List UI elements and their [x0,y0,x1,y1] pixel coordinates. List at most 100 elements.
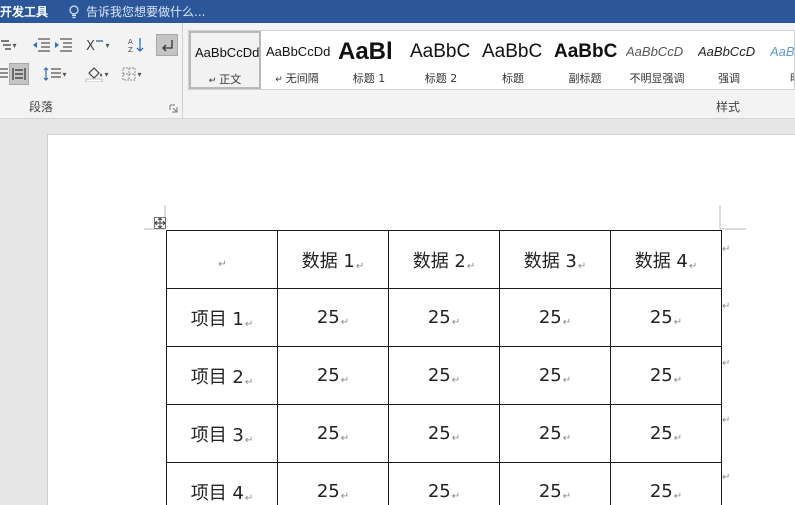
paragraph-group-label: 段落 [29,100,54,114]
style-item[interactable]: AaBbCcDd ↵ 无间隔 [261,31,333,89]
paragraph-group: ▾ X ▾ AZ ▾ ▾ ▾ 段落 [0,23,183,119]
table-move-handle[interactable] [154,217,166,229]
cell-text: 25 [538,423,562,444]
return-mark-icon: ↵ [451,433,461,444]
table-cell[interactable]: 25↵ [499,404,611,463]
tell-me-box[interactable]: 告诉我您想要做什么... [68,3,205,20]
style-label: 强调 [694,70,764,86]
sort-button[interactable]: AZ [126,34,146,56]
style-sample: AaBl [338,38,393,65]
multilevel-list-button[interactable]: ▾ [0,34,18,56]
return-mark-icon: ↵ [218,259,227,270]
table-cell[interactable]: 数据 4↵ [610,230,722,289]
table-header-row: ↵ 数据 1↵ 数据 2↵ 数据 3↵ 数据 4↵ [166,230,722,289]
cell-text: 25 [316,365,340,386]
table-cell[interactable]: 项目 4↵ [166,462,278,505]
align-justify-button[interactable] [0,63,8,85]
table-cell[interactable]: 25↵ [388,462,500,505]
table-row: 项目 4↵ 25↵ 25↵ 25↵ 25↵ [166,462,722,505]
tab-developer[interactable]: 开发工具 [0,3,48,20]
return-mark-icon: ↵ [244,434,254,446]
style-item[interactable]: AaBbCcD 强调 [693,31,765,89]
table-cell[interactable]: 25↵ [499,288,611,347]
style-item[interactable]: AaBbCcD 不明显强调 [621,31,693,89]
table-cell[interactable]: 25↵ [277,288,389,347]
style-label-text: 无间隔 [285,72,319,85]
table-cell[interactable]: ↵ [166,230,278,289]
cell-text: 25 [649,423,673,444]
cell-text: 项目 4 [190,482,244,504]
return-mark-icon: ↵ [244,318,254,330]
style-label: 标题 1 [334,70,404,86]
tell-me-text: 告诉我您想要做什么... [86,5,206,19]
cell-text: 项目 3 [190,424,244,446]
style-item[interactable]: AaBbC 标题 2 [405,31,477,89]
cell-text: 25 [427,481,451,502]
table-cell[interactable]: 数据 1↵ [277,230,389,289]
style-item[interactable]: AaBbC 副标题 [549,31,621,89]
table-row: 项目 2↵ 25↵ 25↵ 25↵ 25↵ [166,346,722,405]
increase-indent-button[interactable] [53,34,73,56]
table-cell[interactable]: 25↵ [388,404,500,463]
borders-button[interactable]: ▾ [117,63,147,85]
cell-text: 25 [316,423,340,444]
cell-text: 25 [427,365,451,386]
cell-text: 数据 4 [634,250,688,272]
table-cell[interactable]: 项目 3↵ [166,404,278,463]
shading-button[interactable]: ▾ [82,63,112,85]
ribbon: ▾ X ▾ AZ ▾ ▾ ▾ 段落 AaBbCcDd ↵ 正文 AaBbCcDd… [0,23,795,119]
dialog-launcher-icon[interactable] [169,104,178,113]
cell-text: 数据 1 [301,250,355,272]
table-cell[interactable]: 25↵ [277,462,389,505]
style-label-text: 标题 1 [352,72,386,85]
table-cell[interactable]: 25↵ [277,404,389,463]
table-cell[interactable]: 25↵ [610,462,722,505]
table-cell[interactable]: 25↵ [388,346,500,405]
table-row: 项目 1↵ 25↵ 25↵ 25↵ 25↵ [166,288,722,347]
return-mark-icon: ↵ [340,491,350,502]
table-cell[interactable]: 项目 2↵ [166,346,278,405]
table-cell[interactable]: 数据 2↵ [388,230,500,289]
style-item[interactable]: AaBl 标题 1 [333,31,405,89]
table-cell[interactable]: 25↵ [610,346,722,405]
distributed-align-button[interactable] [9,63,29,85]
row-end-mark-icon: ↵ [722,244,731,255]
asian-layout-button[interactable]: X ▾ [84,34,112,56]
cell-text: 25 [649,365,673,386]
style-item[interactable]: AaBbCcDd ↵ 正文 [189,31,261,89]
style-label-text: 不明显强调 [629,72,685,85]
styles-gallery: AaBbCcDd ↵ 正文 AaBbCcDd ↵ 无间隔 AaBl 标题 1 AaBbC 标题… [188,30,795,90]
table-cell[interactable]: 25↵ [610,288,722,347]
increase-indent-icon [55,38,72,52]
style-sample: AaBb [770,44,795,59]
style-label: ↵ 正文 [191,71,259,87]
style-sample: AaBbCcD [698,44,756,59]
multilevel-list-icon [1,40,12,50]
decrease-indent-button[interactable] [31,34,51,56]
style-item[interactable]: AaBbC 标题 [477,31,549,89]
style-sample: AaBbCcDd [195,45,259,60]
style-label-text: 明显 [790,72,794,85]
row-end-mark-icon: ↵ [722,301,731,312]
table-cell[interactable]: 25↵ [610,404,722,463]
line-spacing-button[interactable]: ▾ [40,63,70,85]
styles-group-label: 样式 [716,100,741,114]
table-cell[interactable]: 项目 1↵ [166,288,278,347]
move-arrows-icon [155,218,165,228]
table-cell[interactable]: 25↵ [277,346,389,405]
cell-text: 25 [427,423,451,444]
cell-text: 25 [538,481,562,502]
show-formatting-marks-button[interactable] [156,34,178,56]
cell-text: 25 [538,307,562,328]
style-item[interactable]: AaBb 明显 [765,31,795,89]
return-mark-icon: ↵ [451,375,461,386]
table-cell[interactable]: 数据 3↵ [499,230,611,289]
row-end-mark-icon: ↵ [722,472,731,483]
row-end-mark-icon: ↵ [722,358,731,369]
table-cell[interactable]: 25↵ [499,462,611,505]
style-label: 标题 [478,70,548,86]
table-row: 项目 3↵ 25↵ 25↵ 25↵ 25↵ [166,404,722,463]
table-cell[interactable]: 25↵ [388,288,500,347]
table-cell[interactable]: 25↵ [499,346,611,405]
cell-text: 25 [316,481,340,502]
